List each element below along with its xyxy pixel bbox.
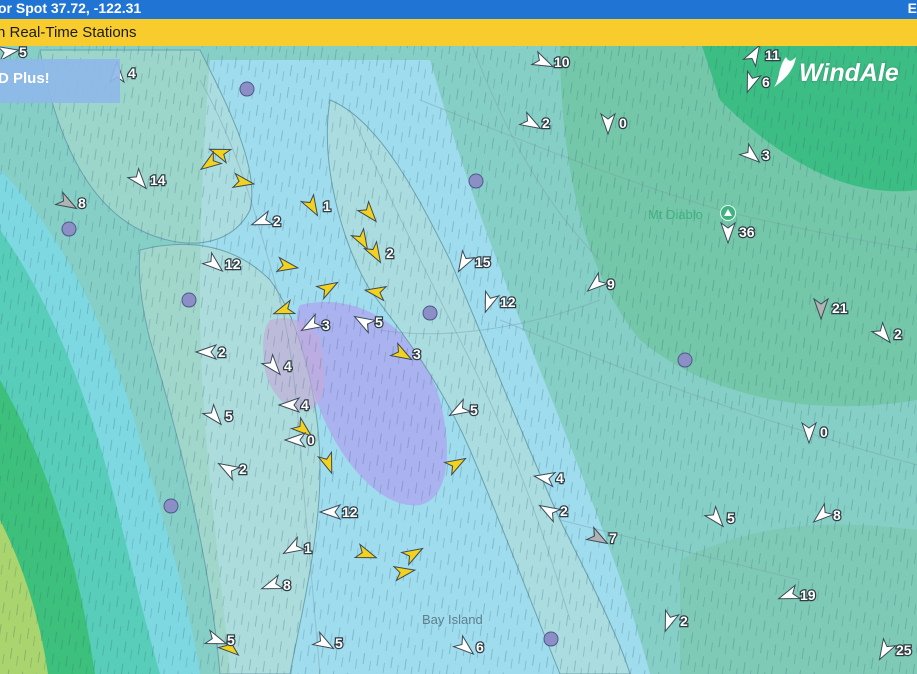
- windalert-logo: WindAle: [772, 55, 917, 89]
- wind-speed-label: 2: [239, 461, 247, 477]
- mountain-peak-icon[interactable]: [720, 205, 736, 221]
- wind-speed-label: 5: [335, 635, 343, 651]
- map-pin[interactable]: [468, 173, 484, 189]
- spot-title: or Spot 37.72, -122.31: [0, 0, 142, 16]
- spot-header: or Spot 37.72, -122.31 E: [0, 0, 917, 19]
- realtime-stations-toggle[interactable]: n Real-Time Stations: [0, 19, 917, 46]
- wind-speed-label: 2: [386, 245, 394, 261]
- wind-speed-label: 12: [500, 294, 516, 310]
- wind-speed-label: 25: [896, 642, 912, 658]
- wind-speed-label: 5: [727, 510, 735, 526]
- wind-speed-label: 12: [342, 504, 358, 520]
- wind-speed-label: 10: [554, 54, 570, 70]
- wind-speed-label: 3: [322, 317, 330, 333]
- wind-speed-label: 8: [283, 577, 291, 593]
- wind-speed-label: 2: [273, 213, 281, 229]
- wind-speed-label: 21: [832, 300, 848, 316]
- header-right-fragment[interactable]: E: [908, 0, 917, 18]
- wind-speed-label: 2: [894, 326, 902, 342]
- wind-streaks: [0, 40, 917, 674]
- wind-speed-label: 5: [375, 314, 383, 330]
- wind-speed-label: 3: [762, 147, 770, 163]
- upgrade-promo-button[interactable]: D Plus!: [0, 59, 120, 103]
- wind-speed-label: 4: [284, 358, 292, 374]
- map-pin[interactable]: [61, 221, 77, 237]
- wind-speed-label: 2: [542, 115, 550, 131]
- place-label-mt-diablo: Mt Diablo: [648, 207, 703, 222]
- map-pin[interactable]: [677, 352, 693, 368]
- wind-speed-label: 6: [762, 74, 770, 90]
- map-pin[interactable]: [239, 81, 255, 97]
- map-pin[interactable]: [422, 305, 438, 321]
- wind-speed-label: 1: [323, 198, 331, 214]
- wind-speed-label: 4: [128, 65, 136, 81]
- wind-speed-label: 8: [78, 195, 86, 211]
- wind-speed-label: 36: [739, 224, 755, 240]
- wind-speed-label: 8: [833, 507, 841, 523]
- wind-speed-label: 7: [609, 530, 617, 546]
- wind-speed-label: 0: [820, 424, 828, 440]
- windalert-logo-icon: [774, 57, 796, 87]
- wind-speed-label: 2: [560, 503, 568, 519]
- wind-speed-label: 5: [19, 44, 27, 60]
- wind-speed-label: 1: [304, 540, 312, 556]
- wind-speed-label: 15: [475, 254, 491, 270]
- wind-speed-label: 0: [619, 115, 627, 131]
- place-label-bay-island: Bay Island: [422, 612, 483, 627]
- wind-speed-label: 2: [218, 344, 226, 360]
- wind-speed-label: 0: [307, 432, 315, 448]
- wind-speed-label: 9: [607, 276, 615, 292]
- upgrade-promo-label: D Plus!: [0, 70, 50, 87]
- wind-speed-label: 4: [556, 470, 564, 486]
- wind-speed-label: 19: [800, 587, 816, 603]
- wind-map[interactable]: 5 4 10 1 1 6 2 0 3 14 8 12 2 36 12 15 12 9 21 2 3 5 3 2 4 5 4 5 0 2 4 0…: [0, 0, 917, 674]
- wind-speed-label: 2: [680, 613, 688, 629]
- realtime-stations-label: n Real-Time Stations: [0, 24, 137, 41]
- wind-speed-label: 14: [150, 172, 166, 188]
- map-pin[interactable]: [543, 631, 559, 647]
- wind-speed-label: 5: [225, 408, 233, 424]
- wind-speed-label: 5: [470, 402, 478, 418]
- map-pin[interactable]: [181, 292, 197, 308]
- wind-map-app: 5 4 10 1 1 6 2 0 3 14 8 1 2 2 36 12 15 12 9 21 2 3 5 3 2 4 5 4 5 0 2 4 0…: [0, 0, 917, 674]
- wind-speed-label: 12: [225, 256, 241, 272]
- windalert-logo-text: WindAle: [799, 59, 899, 87]
- wind-speed-label: 6: [476, 639, 484, 655]
- map-pin[interactable]: [163, 498, 179, 514]
- wind-speed-label: 4: [301, 397, 309, 413]
- wind-speed-label: 3: [413, 346, 421, 362]
- wind-speed-label: 5: [227, 632, 235, 648]
